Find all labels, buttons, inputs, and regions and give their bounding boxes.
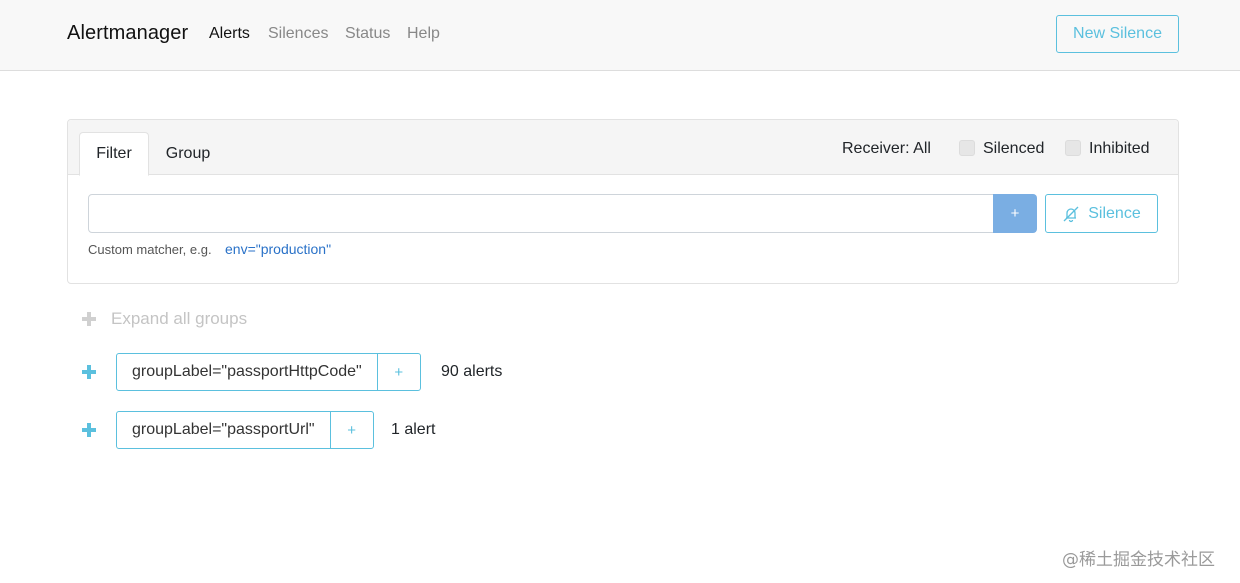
new-silence-button[interactable]: New Silence [1056, 15, 1179, 53]
expand-all-groups[interactable]: Expand all groups [82, 309, 247, 329]
expand-group-plus-icon[interactable] [82, 423, 96, 437]
nav-status[interactable]: Status [345, 25, 390, 43]
silence-button[interactable]: Silence [1045, 194, 1158, 233]
matcher-hint-example[interactable]: env="production" [225, 241, 331, 257]
tab-filter[interactable]: Filter [79, 132, 149, 176]
nav-help[interactable]: Help [407, 25, 440, 43]
matcher-hint: Custom matcher, e.g. [88, 242, 212, 257]
group-add-filter-button[interactable]: + [329, 412, 373, 448]
filter-card-header: Filter Group Receiver: All Silenced Inhi… [68, 120, 1178, 176]
bell-slash-icon [1063, 206, 1079, 222]
tab-group[interactable]: Group [158, 132, 218, 175]
group-alert-count: 90 alerts [441, 363, 503, 380]
group-add-filter-button[interactable]: + [376, 354, 420, 390]
filter-input[interactable] [88, 194, 994, 233]
inhibited-label[interactable]: Inhibited [1089, 140, 1150, 158]
watermark: @稀土掘金技术社区 [1062, 550, 1215, 570]
nav-silences[interactable]: Silences [268, 25, 328, 43]
group-label-chip: groupLabel="passportHttpCode" + [116, 353, 421, 391]
nav-alerts[interactable]: Alerts [209, 25, 250, 43]
add-matcher-button[interactable]: + [993, 194, 1037, 233]
expand-all-label: Expand all groups [111, 309, 248, 328]
group-alert-count: 1 alert [391, 421, 436, 438]
inhibited-checkbox[interactable] [1065, 140, 1081, 156]
silenced-checkbox[interactable] [959, 140, 975, 156]
top-navbar: Alertmanager Alerts Silences Status Help… [0, 0, 1240, 71]
silenced-label[interactable]: Silenced [983, 140, 1044, 158]
brand-logo[interactable]: Alertmanager [67, 22, 188, 45]
group-label-chip: groupLabel="passportUrl" + [116, 411, 374, 449]
expand-group-plus-icon[interactable] [82, 365, 96, 379]
silence-button-label: Silence [1088, 204, 1141, 222]
group-label-text: groupLabel="passportUrl" [132, 421, 315, 438]
group-label-text: groupLabel="passportHttpCode" [132, 363, 362, 380]
filter-card: Filter Group Receiver: All Silenced Inhi… [67, 119, 1179, 284]
receiver-selector[interactable]: Receiver: All [842, 140, 931, 158]
plus-icon [82, 312, 96, 326]
